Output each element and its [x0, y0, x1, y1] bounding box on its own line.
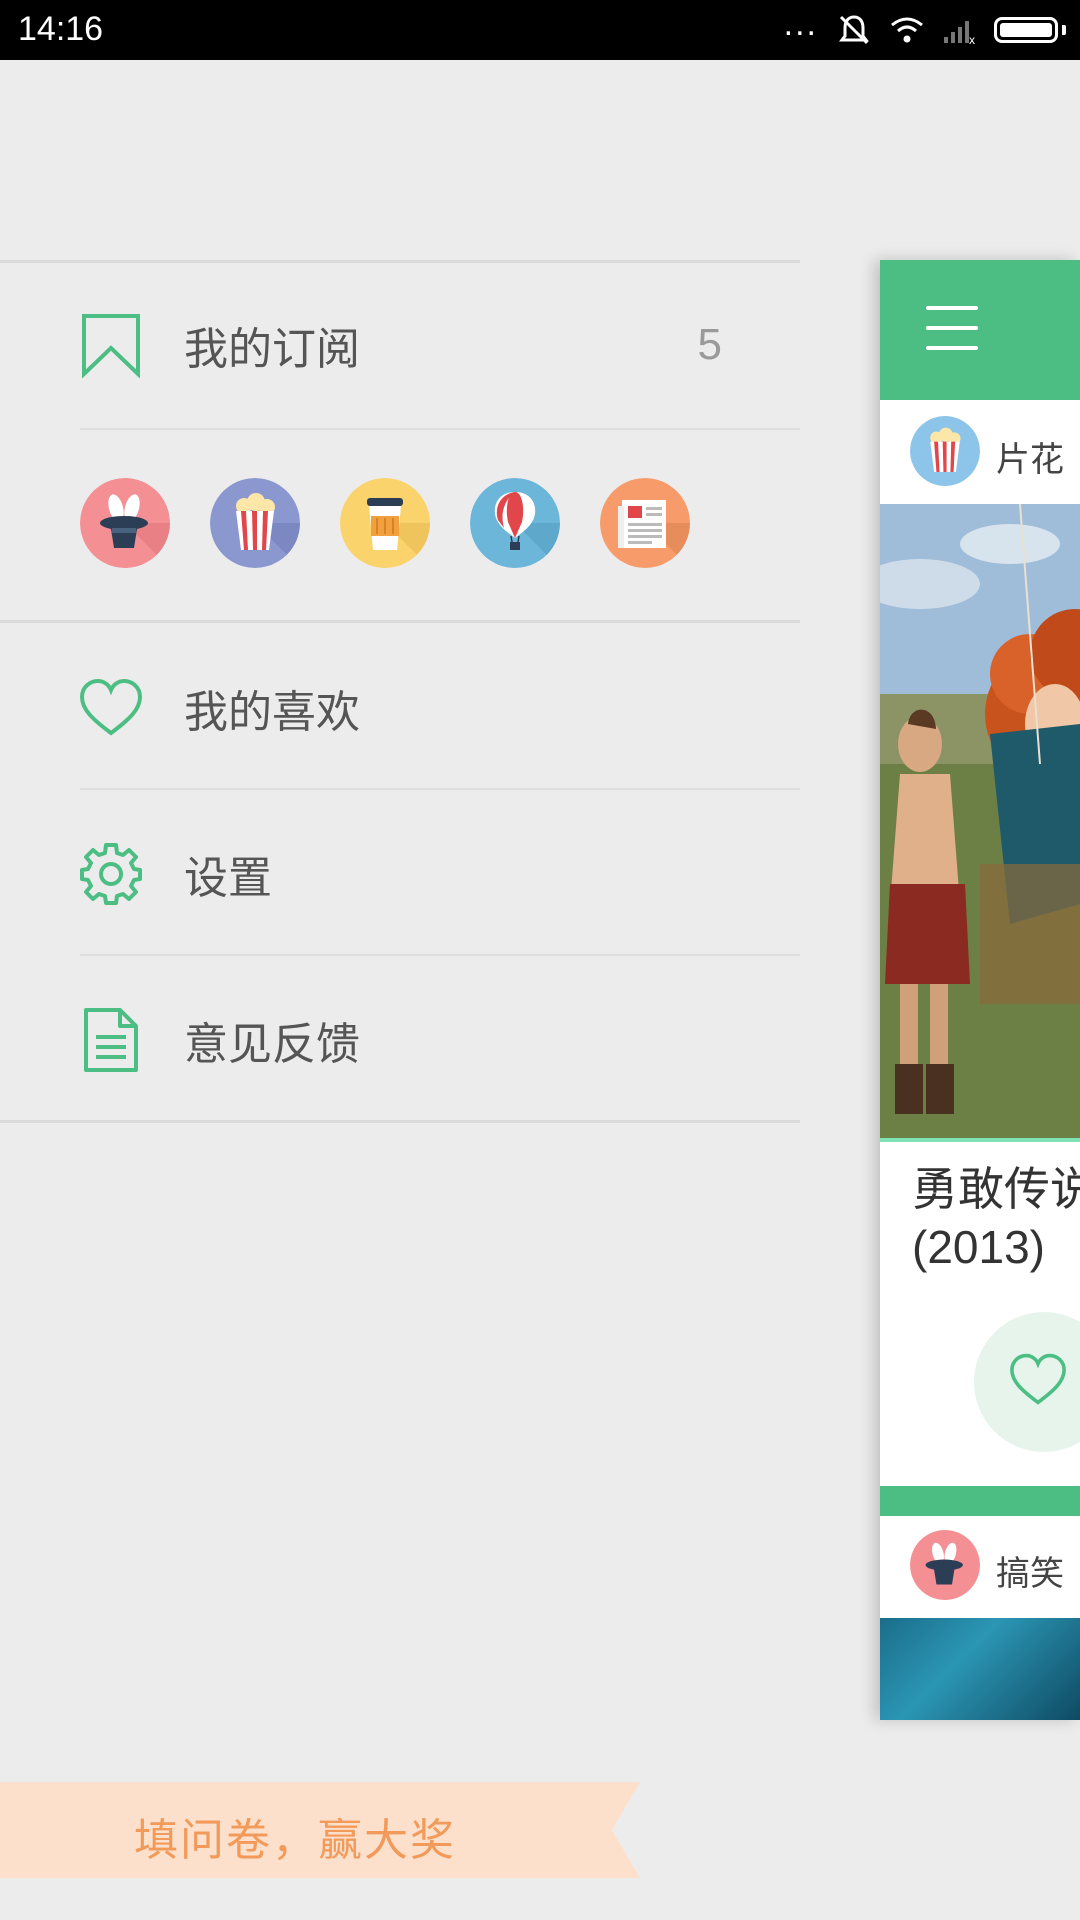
hamburger-menu-icon[interactable] — [926, 306, 978, 350]
movie-still-image — [880, 504, 1080, 1140]
menu-item-label: 我的订阅 — [184, 325, 360, 374]
survey-banner[interactable]: 填问卷，赢大奖 — [0, 1782, 640, 1878]
newspaper-icon[interactable] — [600, 478, 690, 568]
mute-icon — [839, 15, 869, 45]
status-icons: ... x — [783, 5, 1066, 48]
feed-title-line1: 勇敢传说 — [912, 1163, 1080, 1215]
menu-divider — [80, 428, 800, 430]
feed-title-line2: (2013) — [912, 1221, 1045, 1273]
image-accent-line — [880, 1138, 1080, 1142]
menu-item-subscriptions[interactable]: 我的订阅 5 — [0, 265, 800, 425]
survey-label: 填问卷，赢大奖 — [134, 1816, 456, 1865]
feed-title[interactable]: 勇敢传说 (2013) — [912, 1160, 1080, 1276]
popcorn-icon — [910, 416, 980, 486]
menu-item-label: 意见反馈 — [184, 1020, 360, 1069]
feed-thumbnail[interactable] — [880, 504, 1080, 1140]
menu-divider — [80, 788, 800, 790]
menu-item-favorites[interactable]: 我的喜欢 — [0, 628, 800, 788]
battery-icon — [994, 17, 1058, 43]
feed-thumbnail[interactable] — [880, 1618, 1080, 1720]
like-button[interactable] — [974, 1312, 1080, 1452]
status-bar: 14:16 ... x — [0, 0, 1080, 60]
subscription-count: 5 — [697, 320, 722, 369]
subscription-icons-row — [80, 478, 690, 568]
card-separator — [880, 1486, 1080, 1516]
drawer-top-divider — [0, 260, 800, 263]
wifi-icon — [891, 17, 923, 43]
hot-air-balloon-icon[interactable] — [470, 478, 560, 568]
svg-text:x: x — [969, 33, 975, 45]
menu-divider — [80, 954, 800, 956]
magic-hat-icon — [910, 1530, 980, 1600]
bookmark-icon — [82, 314, 140, 378]
feed-item-header[interactable]: 片花 — [880, 402, 1080, 502]
menu-item-label: 设置 — [184, 854, 272, 903]
drawer-bottom-divider — [0, 1120, 800, 1123]
coffee-cup-icon[interactable] — [340, 478, 430, 568]
channel-name: 搞笑 — [996, 1555, 1064, 1593]
document-icon — [84, 1008, 138, 1072]
channel-name: 片花 — [996, 441, 1064, 479]
signal-icon: x — [944, 21, 975, 45]
feed-item-header[interactable]: 搞笑 — [880, 1516, 1080, 1616]
magic-hat-icon[interactable] — [80, 478, 170, 568]
menu-item-settings[interactable]: 设置 — [0, 794, 800, 954]
card-toolbar — [880, 260, 1080, 400]
content-card: 片花 勇敢传说 (2013) 搞笑 — [880, 260, 1080, 1720]
gear-icon — [80, 843, 142, 905]
popcorn-icon[interactable] — [210, 478, 300, 568]
more-dots-icon: ... — [783, 5, 818, 43]
menu-item-label: 我的喜欢 — [184, 688, 360, 737]
battery-tip — [1062, 25, 1066, 35]
menu-item-feedback[interactable]: 意见反馈 — [0, 960, 800, 1120]
status-time: 14:16 — [18, 10, 104, 48]
drawer-section-divider — [0, 620, 800, 623]
heart-icon — [1010, 1353, 1066, 1405]
heart-icon — [79, 678, 143, 736]
